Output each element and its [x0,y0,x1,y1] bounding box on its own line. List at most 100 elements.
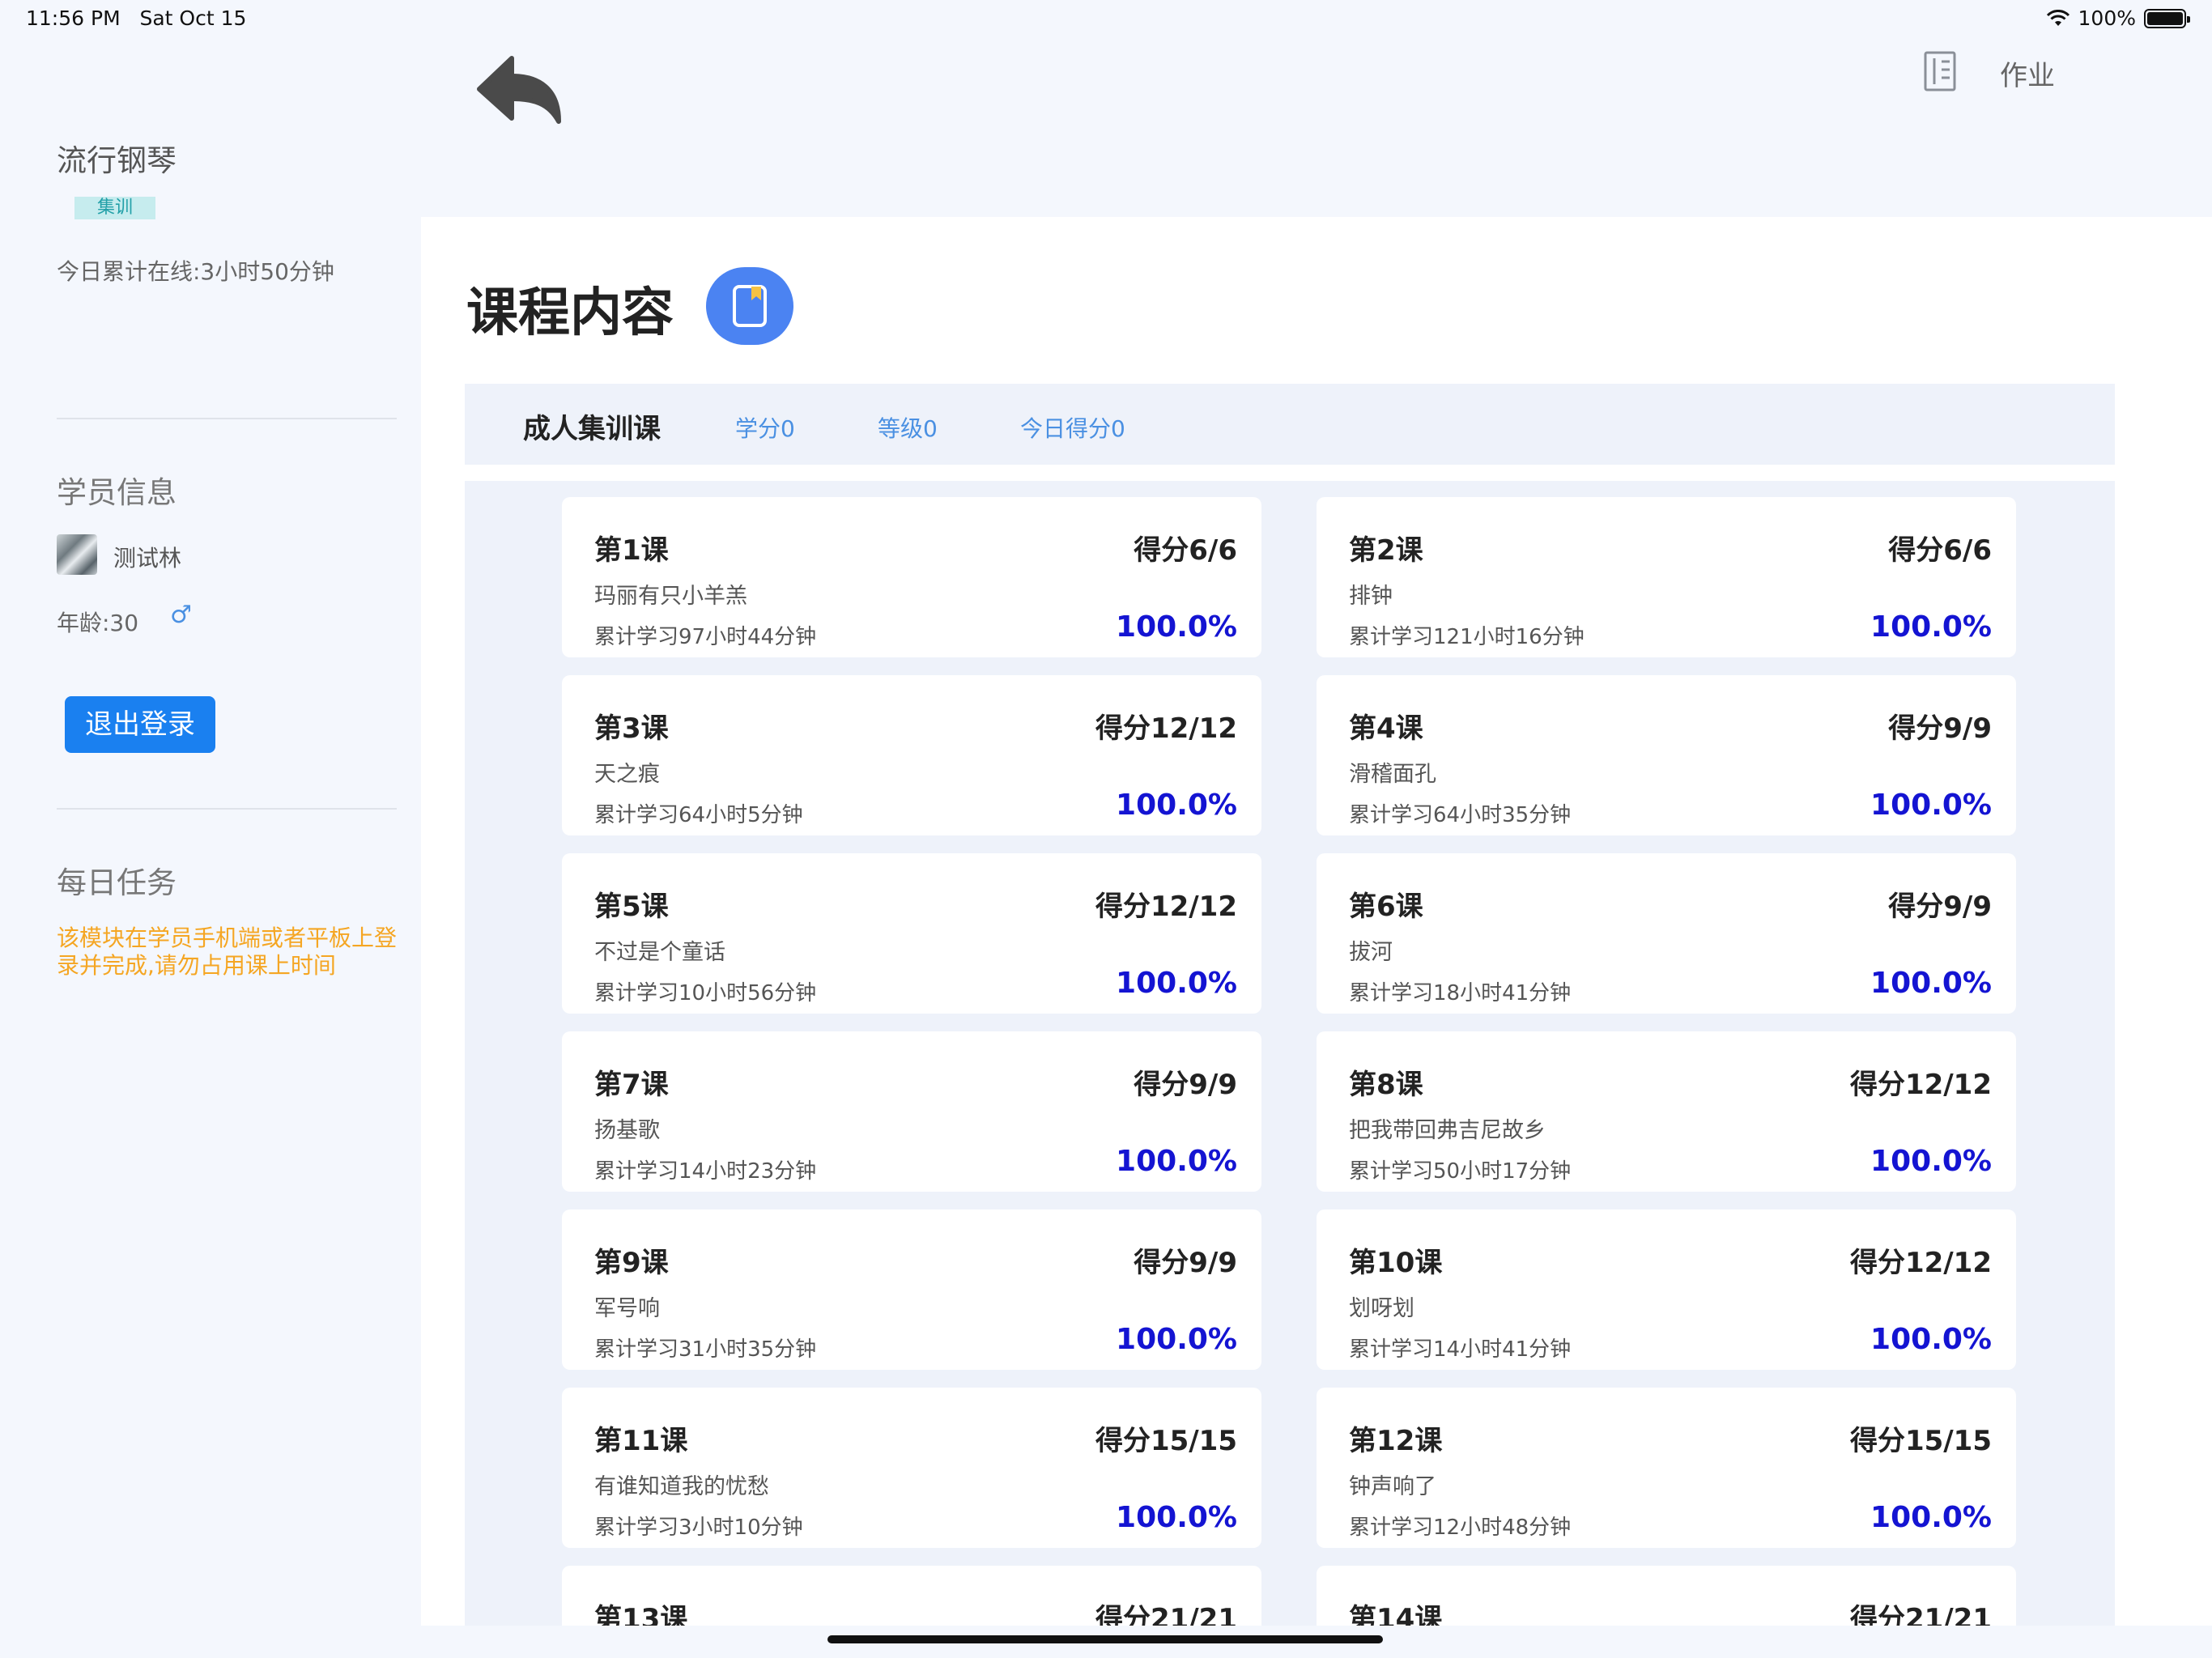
lesson-card[interactable]: 第14课 得分21/21 [1317,1566,2016,1626]
lesson-card[interactable]: 第5课 得分12/12 不过是个童话累计学习10小时56分钟 100.0% [562,853,1261,1014]
book-icon [733,285,767,327]
back-arrow-icon[interactable] [476,53,565,126]
lesson-study-time: 累计学习14小时41分钟 [1349,1337,1572,1362]
lesson-card[interactable]: 第1课 得分6/6 玛丽有只小羊羔累计学习97小时44分钟 100.0% [562,497,1261,657]
lesson-score: 得分6/6 [1134,534,1237,567]
lesson-song: 钟声响了 [1349,1474,1436,1499]
lesson-percent: 100.0% [1870,789,1992,822]
lesson-score: 得分12/12 [1095,712,1237,745]
course-name: 流行钢琴 [57,143,177,178]
homework-link[interactable]: 作业 [2000,53,2055,93]
student-info-heading: 学员信息 [57,475,177,510]
lesson-percent: 100.0% [1116,610,1237,644]
lesson-title: 第10课 [1349,1247,1443,1279]
lesson-song: 有谁知道我的忧愁 [594,1474,769,1499]
lesson-study-time: 累计学习31小时35分钟 [594,1337,817,1362]
lesson-title: 第14课 [1349,1603,1443,1626]
lesson-score: 得分21/21 [1849,1603,1992,1626]
lesson-percent: 100.0% [1116,1501,1237,1534]
lesson-song: 军号响 [594,1296,660,1321]
lesson-title: 第9课 [594,1247,669,1279]
lesson-score: 得分9/9 [1134,1069,1237,1101]
lesson-percent: 100.0% [1870,1145,1992,1178]
lesson-card[interactable]: 第7课 得分9/9 扬基歌累计学习14小时23分钟 100.0% [562,1031,1261,1192]
lesson-study-time: 累计学习12小时48分钟 [1349,1516,1572,1540]
lesson-card[interactable]: 第10课 得分12/12 划呀划累计学习14小时41分钟 100.0% [1317,1209,2016,1370]
lesson-percent: 100.0% [1116,789,1237,822]
course-tab-bar [465,384,2115,465]
lesson-card[interactable]: 第8课 得分12/12 把我带回弗吉尼故乡累计学习50小时17分钟 100.0% [1317,1031,2016,1192]
book-button[interactable] [706,267,793,345]
lesson-study-time: 累计学习3小时10分钟 [594,1516,803,1540]
lesson-percent: 100.0% [1870,1501,1992,1534]
lesson-percent: 100.0% [1870,610,1992,644]
lesson-title: 第5课 [594,891,669,923]
lesson-score: 得分15/15 [1849,1425,1992,1457]
lesson-title: 第2课 [1349,534,1423,567]
lesson-card[interactable]: 第11课 得分15/15 有谁知道我的忧愁 累计学习3小时10分钟 100.0% [562,1388,1261,1548]
wifi-icon [2046,9,2069,26]
lesson-title: 第3课 [594,712,669,745]
lesson-study-time: 累计学习10小时56分钟 [594,981,817,1005]
lesson-song: 拔河 [1349,940,1393,965]
lesson-score: 得分9/9 [1888,712,1992,745]
lesson-score: 得分6/6 [1888,534,1992,567]
lesson-card[interactable]: 第9课 得分9/9 军号响 累计学习31小时35分钟 100.0% [562,1209,1261,1370]
avatar[interactable] [57,534,97,575]
lesson-study-time: 累计学习97小时44分钟 [594,625,817,649]
status-time: 11:56 PM Sat Oct 15 [26,6,246,30]
lesson-card[interactable]: 第6课 得分9/9 拔河 累计学习18小时41分钟 100.0% [1317,853,2016,1014]
username: 测试林 [113,545,182,572]
lesson-song: 排钟 [1349,584,1393,609]
lesson-title: 第11课 [594,1425,688,1457]
divider [57,808,397,810]
lesson-percent: 100.0% [1870,1323,1992,1356]
lesson-song: 划呀划 [1349,1296,1414,1321]
lesson-score: 得分12/12 [1095,891,1237,923]
home-indicator[interactable] [827,1635,1383,1643]
lesson-score: 得分9/9 [1134,1247,1237,1279]
lesson-card[interactable]: 第4课 得分9/9 滑稽面孔累计学习64小时35分钟 100.0% [1317,675,2016,835]
lesson-study-time: 累计学习18小时41分钟 [1349,981,1572,1005]
lesson-study-time: 累计学习50小时17分钟 [1349,1159,1572,1184]
battery-percent: 100% [2078,6,2136,30]
lesson-score: 得分21/21 [1095,1603,1237,1626]
battery-icon [2144,8,2190,28]
lesson-title: 第8课 [1349,1069,1423,1101]
lesson-card[interactable]: 第12课 得分15/15 钟声响了累计学习12小时48分钟 100.0% [1317,1388,2016,1548]
lesson-title: 第1课 [594,534,669,567]
age: 年龄:30 [57,610,139,636]
lesson-song: 扬基歌 [594,1118,660,1143]
lesson-song: 玛丽有只小羊羔 [594,584,747,609]
daily-task-note: 该模块在学员手机端或者平板上登录并完成,请勿占用课上时间 [57,925,398,979]
lesson-card[interactable]: 第3课 得分12/12 天之痕累计学习64小时5分钟 100.0% [562,675,1261,835]
credits-label: 学分0 [735,415,795,442]
lesson-title: 第12课 [1349,1425,1443,1457]
lesson-card[interactable]: 第2课 得分6/6 排钟 累计学习121小时16分钟 100.0% [1317,497,2016,657]
lesson-title: 第13课 [594,1603,688,1626]
lesson-study-time: 累计学习64小时5分钟 [594,803,803,827]
daily-task-heading: 每日任务 [57,865,177,900]
logout-button[interactable]: 退出登录 [65,696,215,753]
course-badge: 集训 [74,197,155,219]
lesson-song: 不过是个童话 [594,940,725,965]
lesson-song: 天之痕 [594,762,660,787]
male-icon: ♂ [170,601,192,629]
lesson-score: 得分12/12 [1849,1069,1992,1101]
lesson-study-time: 累计学习64小时35分钟 [1349,803,1572,827]
lesson-title: 第6课 [1349,891,1423,923]
lesson-title: 第7课 [594,1069,669,1101]
lesson-percent: 100.0% [1870,967,1992,1000]
document-icon[interactable] [1922,50,1963,92]
lesson-study-time: 累计学习14小时23分钟 [594,1159,817,1184]
status-right: 100% [2046,6,2190,30]
lesson-score: 得分12/12 [1849,1247,1992,1279]
lesson-song: 把我带回弗吉尼故乡 [1349,1118,1546,1143]
lesson-title: 第4课 [1349,712,1423,745]
lesson-card[interactable]: 第13课 得分21/21 [562,1566,1261,1626]
lesson-percent: 100.0% [1116,967,1237,1000]
tab-adult-course[interactable]: 成人集训课 [523,406,661,446]
lesson-percent: 100.0% [1116,1145,1237,1178]
lesson-song: 滑稽面孔 [1349,762,1436,787]
page-title: 课程内容 [466,283,674,343]
